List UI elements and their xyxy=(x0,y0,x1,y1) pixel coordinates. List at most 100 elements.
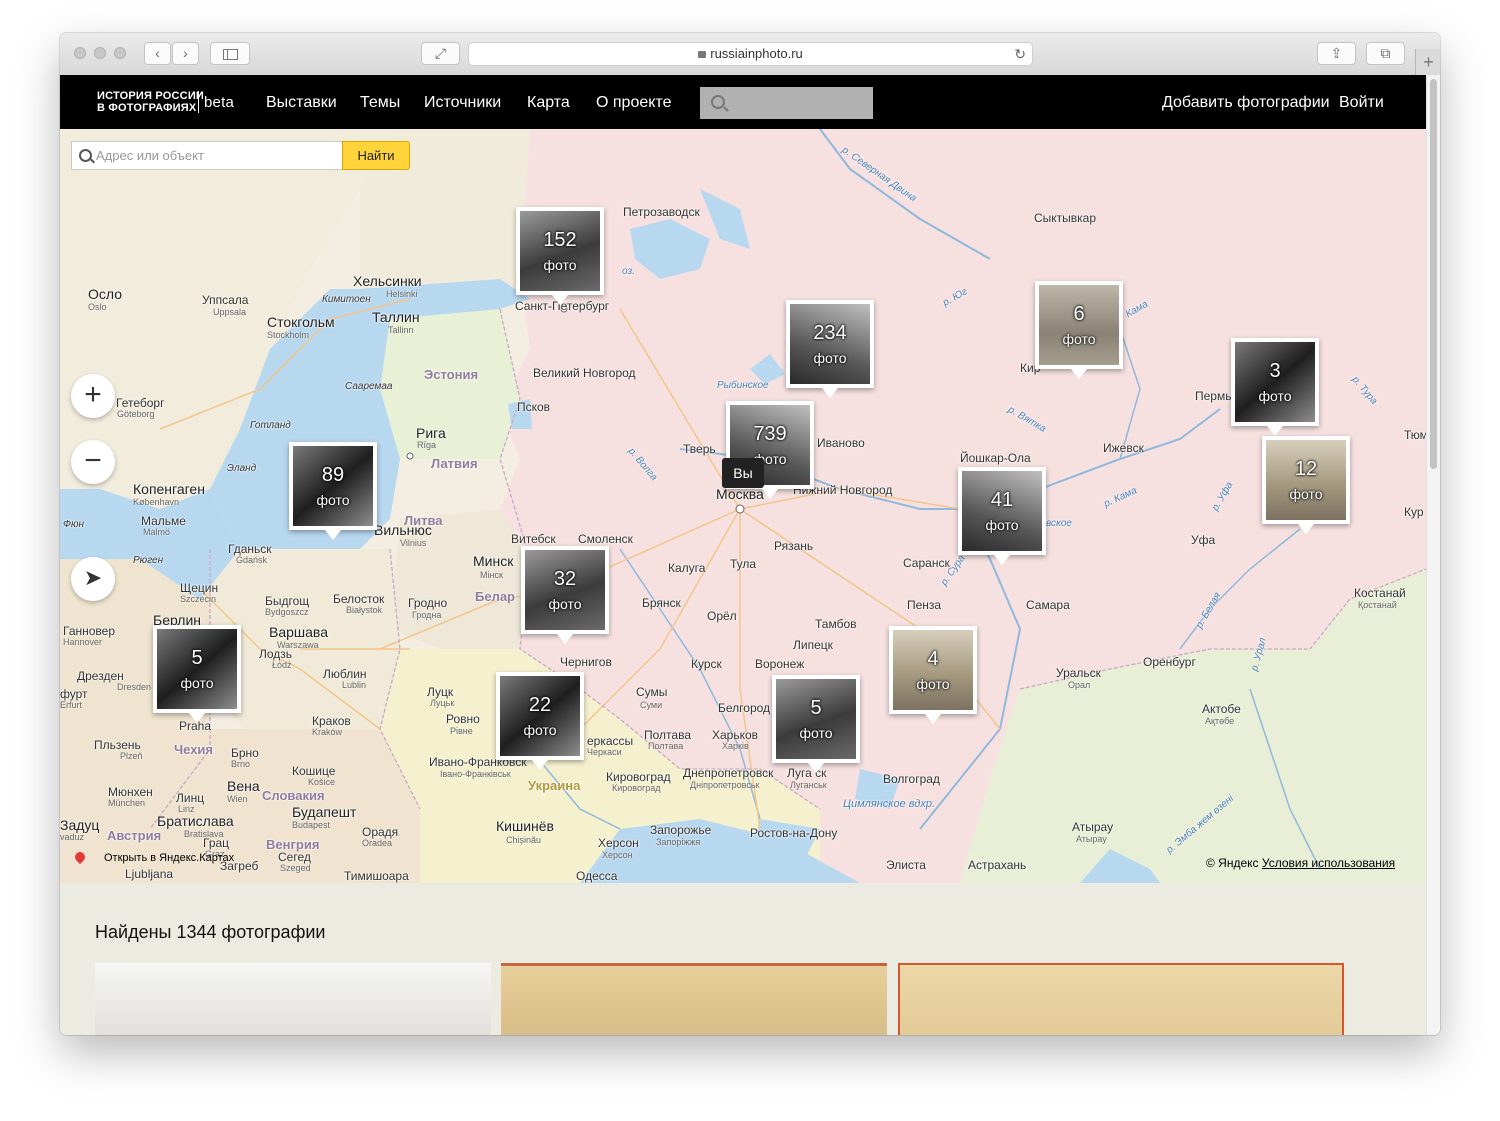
cluster-unit: фото xyxy=(316,492,350,508)
geolocation-button[interactable]: ➤ xyxy=(71,557,115,601)
fullscreen-button[interactable]: ⤢ xyxy=(421,42,460,65)
map-label: Калуга xyxy=(668,561,706,575)
tabs-overview-button[interactable]: ⧉ xyxy=(1366,42,1405,65)
photo-cluster[interactable]: 22 фото xyxy=(496,672,584,770)
cluster-unit: фото xyxy=(1062,331,1096,347)
map-label: Ростов-на-Дону xyxy=(750,826,838,840)
find-button[interactable]: Найти xyxy=(342,141,410,170)
photo-cluster[interactable]: 4 фото xyxy=(889,626,977,724)
map-sublabel: Oslo xyxy=(88,302,107,312)
share-button[interactable]: ⇪ xyxy=(1317,42,1356,65)
map-label: Лодзь xyxy=(259,647,293,661)
new-tab-button[interactable]: + xyxy=(1415,49,1440,75)
nav-map[interactable]: Карта xyxy=(527,94,570,112)
map-sublabel: Vilnius xyxy=(400,538,427,548)
cluster-count: 32 xyxy=(553,568,577,590)
map-label: Петрозаводск xyxy=(623,205,700,219)
result-photo[interactable] xyxy=(898,963,1344,1035)
map-sublabel: Кировоград xyxy=(612,783,661,793)
cluster-count: 4 xyxy=(927,648,939,670)
map-sublabel: Bydgoszcz xyxy=(265,607,309,617)
share-icon: ⇪ xyxy=(1330,45,1343,61)
you-are-here-marker[interactable]: Вы xyxy=(722,458,764,488)
cluster-count: 41 xyxy=(990,489,1014,511)
address-bar[interactable]: russiainphoto.ru ↻ xyxy=(468,42,1033,66)
header-search-input[interactable] xyxy=(700,87,873,119)
map-label: Актобе xyxy=(1202,702,1241,716)
map-label: Таллин xyxy=(372,309,420,325)
terms-link[interactable]: Условия использования xyxy=(1262,856,1395,870)
map-label: Ljubljana xyxy=(125,867,174,881)
map-label: Готланд xyxy=(250,420,291,431)
reload-icon[interactable]: ↻ xyxy=(1014,43,1026,65)
nav-exhibitions[interactable]: Выставки xyxy=(266,94,337,112)
cluster-unit: фото xyxy=(548,596,582,612)
map-sublabel: Луцьк xyxy=(430,698,455,708)
zoom-out-button[interactable]: − xyxy=(71,440,115,484)
map-sublabel: Budapest xyxy=(292,820,331,830)
map-label: Тамбов xyxy=(815,617,857,631)
login-link[interactable]: Войти xyxy=(1339,94,1384,112)
photo-cluster[interactable]: 12 фото xyxy=(1262,436,1350,534)
photo-cluster[interactable]: 5 фото xyxy=(153,625,241,723)
photo-cluster[interactable]: 32 фото xyxy=(521,546,609,644)
map-label: оз. xyxy=(622,266,635,277)
photo-cluster[interactable]: 5 фото xyxy=(772,675,860,773)
map-label: Йошкар-Ола xyxy=(960,451,1031,465)
map-search-placeholder: Адрес или объект xyxy=(96,148,204,163)
sidebar-toggle-button[interactable] xyxy=(210,42,250,65)
forward-button[interactable]: › xyxy=(172,42,199,65)
map-label: Костанай xyxy=(1354,586,1406,600)
browser-toolbar: ‹ › ⤢ russiainphoto.ru ↻ ⇪ ⧉ + xyxy=(60,33,1440,76)
photo-cluster[interactable]: 41 фото xyxy=(958,467,1046,565)
result-photo[interactable] xyxy=(95,963,491,1035)
map-label: Дрезден xyxy=(77,669,124,683)
photo-cluster[interactable]: 6 фото xyxy=(1035,281,1123,379)
nav-sources[interactable]: Источники xyxy=(424,94,501,112)
map-search-input[interactable]: Адрес или объект xyxy=(71,141,343,170)
map-sublabel: Rīga xyxy=(417,440,437,450)
map-label: Фюн xyxy=(63,519,84,530)
map-label: Вильнюс xyxy=(374,522,432,538)
map-label: Ровно xyxy=(446,712,480,726)
open-in-yandex-link[interactable]: Открыть в Яндекс.Картах xyxy=(104,852,234,864)
map-sublabel: Gdańsk xyxy=(236,555,268,565)
map-label: Чернигов xyxy=(560,655,612,669)
result-photo[interactable] xyxy=(501,963,887,1035)
cluster-pointer xyxy=(532,760,548,770)
cluster-unit: фото xyxy=(1289,486,1323,502)
nav-themes[interactable]: Темы xyxy=(360,94,400,112)
map-sublabel: Chișinău xyxy=(506,835,542,845)
map-label: вское xyxy=(1046,518,1072,529)
site-logo[interactable]: ИСТОРИЯ РОССИИ В ФОТОГРАФИЯХ beta xyxy=(97,90,234,114)
map-label: Псков xyxy=(517,400,551,414)
map-label: Витебск xyxy=(511,532,556,546)
photo-cluster[interactable]: 234 фото xyxy=(786,300,874,398)
add-photos-link[interactable]: Добавить фотографии xyxy=(1162,94,1330,112)
map-sublabel: Szeged xyxy=(280,863,311,873)
scrollbar-thumb[interactable] xyxy=(1430,79,1437,469)
map-sublabel: Košice xyxy=(308,777,336,787)
map-label: Ганновер xyxy=(63,624,116,638)
back-button[interactable]: ‹ xyxy=(144,42,171,65)
map-label: Волгоград xyxy=(883,772,940,786)
page-scrollbar[interactable] xyxy=(1426,75,1440,1035)
map-label: Задуц xyxy=(60,817,100,833)
zoom-in-button[interactable]: + xyxy=(71,374,115,418)
photo-cluster[interactable]: 3 фото xyxy=(1231,338,1319,436)
cluster-pointer xyxy=(822,388,838,398)
photo-cluster[interactable]: 89 фото xyxy=(289,442,377,540)
close-window-button[interactable] xyxy=(74,47,86,59)
map-sublabel: Херсон xyxy=(602,850,633,860)
map-view[interactable]: Петрозаводск Санкт-Петербург оз. Великий… xyxy=(60,129,1426,883)
cluster-pointer xyxy=(325,530,341,540)
map-sublabel: København xyxy=(133,497,180,507)
map-sublabel: Tallinn xyxy=(388,325,414,335)
site-header: ИСТОРИЯ РОССИИ В ФОТОГРАФИЯХ beta Выстав… xyxy=(60,75,1426,129)
nav-about[interactable]: О проекте xyxy=(596,94,671,112)
photo-cluster[interactable]: 152 фото xyxy=(516,207,604,305)
map-sublabel: Дніпропетровськ xyxy=(690,780,760,790)
zoom-window-button[interactable] xyxy=(114,47,126,59)
map-sublabel: Erfurt xyxy=(60,700,83,710)
minimize-window-button[interactable] xyxy=(94,47,106,59)
